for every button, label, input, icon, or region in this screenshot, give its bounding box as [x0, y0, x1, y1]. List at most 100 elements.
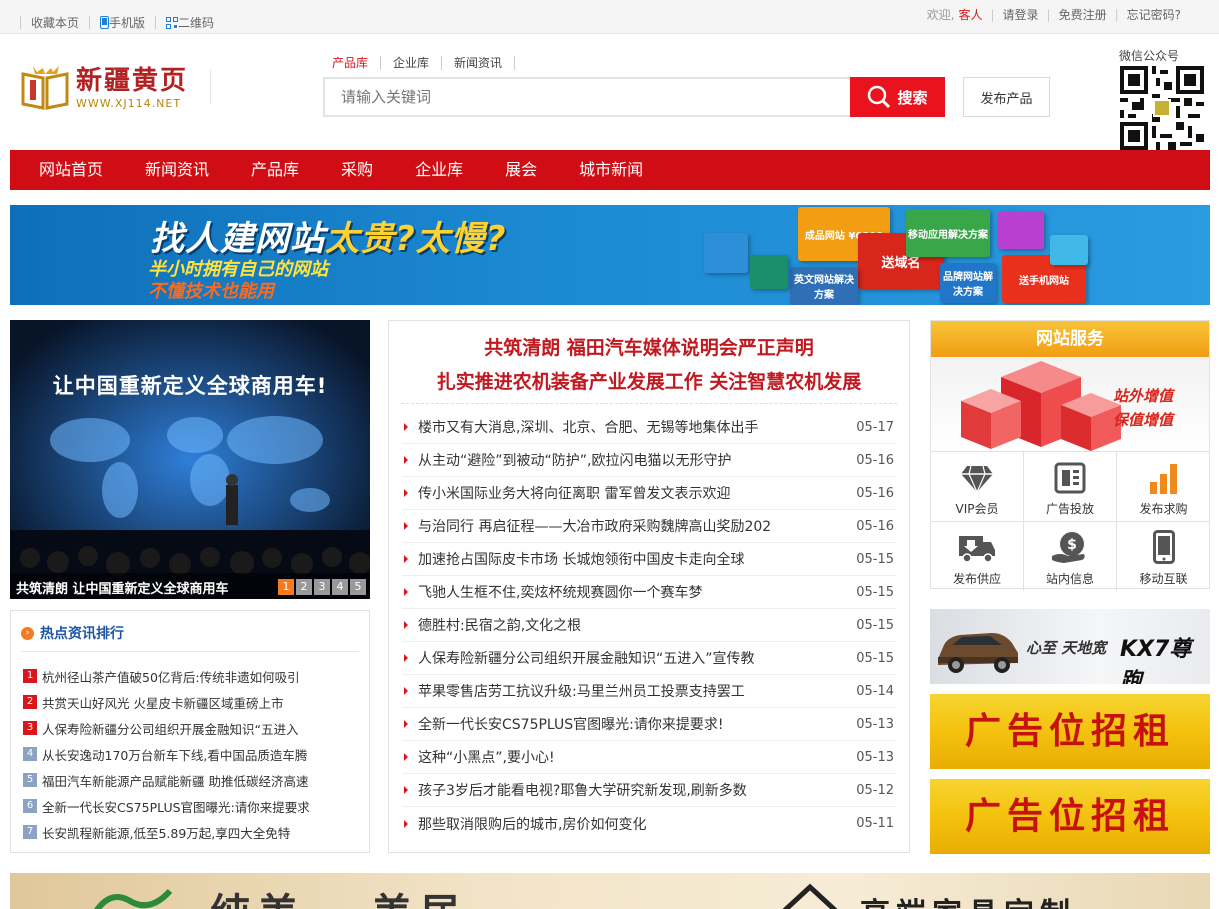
search-icon: [868, 85, 891, 109]
slider-caption-bar: 共筑清朗 让中国重新定义全球商用车 1 2 3 4 5: [10, 573, 370, 599]
table-row[interactable]: 苹果零售店劳工抗议升级:马里兰州员工投票支持罢工 05-14: [402, 675, 896, 708]
bottom-ad-title: 纯美 · 美居: [210, 881, 468, 909]
table-row[interactable]: 传小米国际业务大将向征离职 雷军曾发文表示欢迎 05-16: [402, 477, 896, 510]
table-row[interactable]: 从主动“避险”到被动“防护”,欧拉闪电猫以无形守护 05-16: [402, 444, 896, 477]
table-row[interactable]: 这种“小黑点”,要小心! 05-13: [402, 741, 896, 774]
table-row[interactable]: 人保寿险新疆分公司组织开展金融知识“五进入”宣传教 05-15: [402, 642, 896, 675]
table-row[interactable]: 那些取消限购后的城市,房价如何变化 05-11: [402, 807, 896, 840]
services-slogan-2: 保值增值: [1113, 411, 1174, 429]
service-messages[interactable]: $ 站内信息: [1024, 521, 1117, 591]
slider-page-5[interactable]: 5: [350, 579, 366, 595]
service-mobile[interactable]: 移动互联: [1117, 521, 1210, 591]
list-item[interactable]: 1 杭州径山茶产值破50亿背后:传统非遗如何吸引: [23, 663, 310, 689]
service-ads[interactable]: 广告投放: [1024, 451, 1117, 521]
search-button[interactable]: 搜索: [850, 77, 945, 117]
diamond-icon: [961, 465, 993, 494]
nav-exhibitions[interactable]: 展会: [484, 150, 558, 190]
news-panel: 共筑清朗 福田汽车媒体说明会严正声明 扎实推进农机装备产业发展工作 关注智慧农机…: [388, 320, 910, 853]
table-row[interactable]: 孩子3岁后才能看电视?耶鲁大学研究新发现,刷新多数 05-12: [402, 774, 896, 807]
services-banner[interactable]: 站外增值 保值增值: [931, 357, 1209, 451]
search-tab-news[interactable]: 新闻资讯: [454, 56, 516, 70]
nav-purchase[interactable]: 采购: [320, 150, 394, 190]
divider: [401, 403, 897, 404]
world-map-stage-image: [10, 320, 370, 599]
logo-title: 新疆黄页: [76, 65, 189, 96]
search-tab-companies[interactable]: 企业库: [393, 56, 443, 70]
forgot-password-link[interactable]: 忘记密码?: [1127, 6, 1181, 23]
list-item[interactable]: 2 共赏天山好风光 火星皮卡新疆区域重磅上市: [23, 689, 310, 715]
headline-1[interactable]: 共筑清朗 福田汽车媒体说明会严正声明: [389, 333, 909, 360]
nav-companies[interactable]: 企业库: [394, 150, 484, 190]
table-row[interactable]: 与治同行 再启征程——大冶市政府采购魏牌高山奖励202 05-16: [402, 510, 896, 543]
ad-slot-for-rent-1[interactable]: 广告位招租: [930, 694, 1210, 769]
publish-product-button[interactable]: 发布产品: [963, 77, 1050, 117]
top-links: 收藏本页 手机版 二维码: [20, 16, 224, 30]
list-item[interactable]: 5 福田汽车新能源产品赋能新疆 助推低碳经济高速: [23, 767, 310, 793]
site-services-panel: 网站服务 站外增值 保值增值 VIP会员 广告投放 发布求购 发布供应 $ 站内…: [930, 320, 1210, 591]
slider-page-4[interactable]: 4: [332, 579, 348, 595]
ad-slot-for-rent-2[interactable]: 广告位招租: [930, 779, 1210, 854]
nav-city-news[interactable]: 城市新闻: [558, 150, 664, 190]
nav-products[interactable]: 产品库: [230, 150, 320, 190]
headline-2[interactable]: 扎实推进农机装备产业发展工作 关注智慧农机发展: [389, 367, 909, 394]
service-purchase[interactable]: 发布求购: [1117, 451, 1210, 521]
slider-caption[interactable]: 共筑清朗 让中国重新定义全球商用车: [16, 578, 229, 597]
nav-home[interactable]: 网站首页: [10, 150, 124, 190]
bullet-icon: [404, 687, 408, 695]
search-tabs: 产品库 企业库 新闻资讯: [332, 56, 527, 70]
slider-page-2[interactable]: 2: [296, 579, 312, 595]
bullet-icon: [404, 522, 408, 530]
search-input[interactable]: [323, 77, 851, 117]
table-row[interactable]: 德胜村:民宿之韵,文化之根 05-15: [402, 609, 896, 642]
smartphone-icon: [1152, 530, 1175, 564]
bullet-icon: [404, 720, 408, 728]
banner-cube: 英文网站解决方案: [790, 267, 858, 305]
login-link[interactable]: 请登录: [1003, 6, 1039, 23]
website-builder-banner[interactable]: 找人建网站太贵?太慢? 半小时拥有自己的网站 不懂技术也能用 成品网站 ¥680…: [10, 205, 1210, 305]
car-model: KX7尊跑: [1120, 637, 1192, 684]
slider-page-1[interactable]: 1: [278, 579, 294, 595]
chevron-right-icon: ›: [21, 626, 34, 640]
nav-news[interactable]: 新闻资讯: [124, 150, 230, 190]
banner-cube: 移动应用解决方案: [906, 209, 990, 257]
welcome-text: 欢迎,: [926, 8, 955, 22]
mobile-link[interactable]: 手机版: [89, 16, 155, 30]
table-row[interactable]: 加速抢占国际皮卡市场 长城炮领衔中国皮卡走向全球 05-15: [402, 543, 896, 576]
logo-divider: [210, 70, 211, 104]
rank-badge: 6: [23, 799, 37, 813]
slider-page-3[interactable]: 3: [314, 579, 330, 595]
list-item[interactable]: 6 全新一代长安CS75PLUS官图曝光:请你来提要求: [23, 793, 310, 819]
site-logo[interactable]: 新疆黄页 WWW.XJ114.NET: [19, 62, 188, 114]
house-icon: [782, 883, 838, 909]
money-bag-icon: $: [1052, 532, 1085, 563]
rank-badge: 4: [23, 747, 37, 761]
service-supply[interactable]: 发布供应: [931, 521, 1024, 591]
divider: [21, 651, 359, 652]
news-slider[interactable]: 让中国重新定义全球商用车! 共筑清朗 让中国重新定义全球商用车 1 2 3 4 …: [10, 320, 370, 599]
bullet-icon: [404, 456, 408, 464]
qrcode-link[interactable]: 二维码: [155, 16, 224, 30]
furniture-advertisement[interactable]: 纯美 · 美居 高端家具定制: [10, 873, 1210, 909]
rank-badge: 2: [23, 695, 37, 709]
list-item[interactable]: 4 从长安逸动170万台新车下线,看中国品质造车腾: [23, 741, 310, 767]
search-tab-products[interactable]: 产品库: [332, 56, 382, 70]
slider-image-title: 让中国重新定义全球商用车!: [52, 374, 328, 398]
ribbon-logo-icon: [94, 888, 173, 909]
bullet-icon: [404, 489, 408, 497]
banner-cube: [998, 211, 1044, 249]
banner-cube: [750, 255, 788, 289]
wechat-label: 微信公众号: [1119, 49, 1180, 63]
bookmark-link[interactable]: 收藏本页: [20, 16, 89, 30]
banner-cube: 品牌网站解决方案: [940, 263, 996, 303]
rank-badge: 1: [23, 669, 37, 683]
bullet-icon: [404, 786, 408, 794]
table-row[interactable]: 飞驰人生框不住,奕炫杯统规赛圆你一个赛车梦 05-15: [402, 576, 896, 609]
banner-cube: [1050, 235, 1088, 265]
car-advertisement[interactable]: 心至 天地宽 KX7尊跑: [930, 609, 1210, 684]
list-item[interactable]: 3 人保寿险新疆分公司组织开展金融知识“五进入: [23, 715, 310, 741]
table-row[interactable]: 全新一代长安CS75PLUS官图曝光:请你来提要求! 05-13: [402, 708, 896, 741]
service-vip[interactable]: VIP会员: [931, 451, 1024, 521]
register-link[interactable]: 免费注册: [1059, 6, 1107, 23]
list-item[interactable]: 7 长安凯程新能源,低至5.89万起,享四大全免特: [23, 819, 310, 845]
table-row[interactable]: 楼市又有大消息,深圳、北京、合肥、无锡等地集体出手 05-17: [402, 411, 896, 444]
